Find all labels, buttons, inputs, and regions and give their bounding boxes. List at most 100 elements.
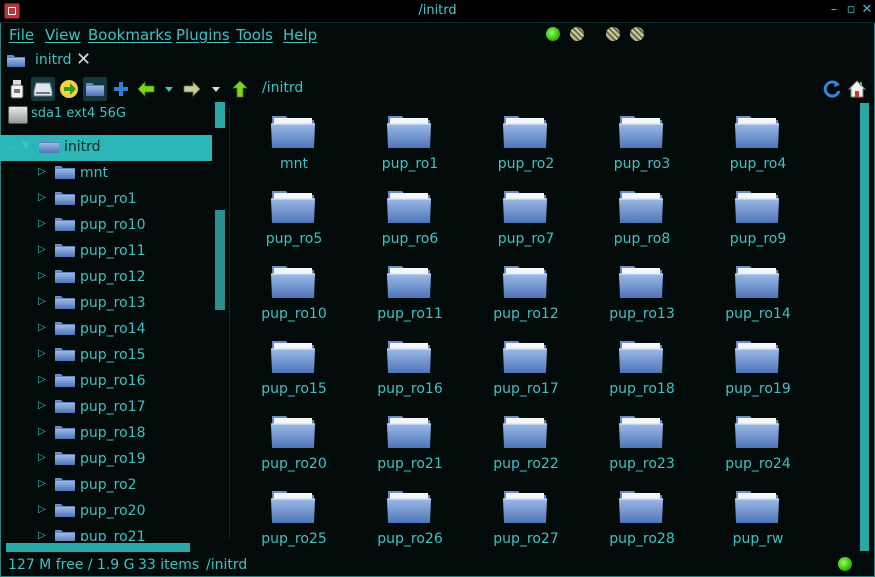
usb-drive-icon[interactable] [5,77,29,101]
tree-item[interactable]: ▷ pup_ro10 [0,213,212,239]
file-item[interactable]: pup_ro27 [468,479,584,554]
file-item[interactable]: pup_ro24 [700,404,816,479]
file-item[interactable]: mnt [236,104,352,179]
directory-tree[interactable]: ▼ initrd ▷ mnt ▷ pup_ro1 ▷ pup_ro10 ▷ pup_ro11 ▷ pu… [0,133,226,541]
file-item[interactable]: pup_ro16 [352,329,468,404]
file-item[interactable]: pup_ro23 [584,404,700,479]
file-item[interactable]: pup_ro18 [584,329,700,404]
tab-close-icon[interactable]: ✕ [76,49,91,70]
tree-item[interactable]: ▷ pup_ro13 [0,291,212,317]
expander-right-icon[interactable]: ▷ [38,244,46,255]
close-button[interactable]: ✕ [859,2,875,18]
tree-item[interactable]: ▷ pup_ro19 [0,447,212,473]
minimize-button[interactable]: – [826,2,842,18]
go-forward-icon[interactable] [57,77,81,101]
expander-right-icon[interactable]: ▷ [38,426,46,437]
file-item[interactable]: pup_ro3 [584,104,700,179]
tree-item[interactable]: ▷ pup_ro1 [0,187,212,213]
file-item[interactable]: pup_ro17 [468,329,584,404]
tree-item[interactable]: ▷ pup_ro2 [0,473,212,499]
file-item-label: pup_ro18 [609,381,675,397]
file-item[interactable]: pup_ro2 [468,104,584,179]
file-item[interactable]: pup_ro7 [468,179,584,254]
file-item[interactable]: pup_ro21 [352,404,468,479]
expander-right-icon[interactable]: ▷ [38,452,46,463]
tree-item[interactable]: ▷ pup_ro12 [0,265,212,291]
file-item[interactable]: pup_rw [700,479,816,554]
folder-icon [502,112,548,154]
tree-item[interactable]: ▷ pup_ro17 [0,395,212,421]
status-led-off-icon [630,27,644,41]
menu-view[interactable]: View [45,26,81,44]
expander-right-icon[interactable]: ▷ [38,504,46,515]
tree-horizontal-scrollbar[interactable] [6,543,190,552]
file-item[interactable]: pup_ro8 [584,179,700,254]
tree-item[interactable]: ▷ mnt [0,161,212,187]
up-icon[interactable] [228,77,252,101]
expander-right-icon[interactable]: ▷ [38,270,46,281]
drive-icon[interactable] [31,77,55,101]
tree-vertical-scrollbar[interactable] [215,210,225,310]
pane-splitter[interactable] [229,108,232,538]
file-item[interactable]: pup_ro19 [700,329,816,404]
file-item[interactable]: pup_ro5 [236,179,352,254]
expander-right-icon[interactable]: ▷ [38,322,46,333]
back-icon[interactable] [134,77,158,101]
tree-item-label: pup_ro10 [80,217,146,233]
file-item[interactable]: pup_ro20 [236,404,352,479]
expander-right-icon[interactable]: ▷ [38,166,46,177]
forward-icon[interactable] [180,77,204,101]
file-item[interactable]: pup_ro6 [352,179,468,254]
refresh-icon[interactable] [820,77,844,101]
file-item[interactable]: pup_ro11 [352,254,468,329]
expander-right-icon[interactable]: ▷ [38,374,46,385]
file-item[interactable]: pup_ro28 [584,479,700,554]
folder-icon [38,138,60,158]
menu-help[interactable]: Help [283,26,317,44]
tree-item[interactable]: ▷ pup_ro18 [0,421,212,447]
file-item[interactable]: pup_ro15 [236,329,352,404]
file-item[interactable]: pup_ro9 [700,179,816,254]
file-item[interactable]: pup_ro14 [700,254,816,329]
expander-right-icon[interactable]: ▷ [38,348,46,359]
expander-down-icon[interactable]: ▼ [22,140,30,151]
file-item-label: pup_ro11 [377,306,443,322]
new-tab-icon[interactable] [109,77,133,101]
path-label[interactable]: /initrd [262,80,303,96]
tree-item[interactable]: ▷ pup_ro20 [0,499,212,525]
expander-right-icon[interactable]: ▷ [38,296,46,307]
file-item[interactable]: pup_ro4 [700,104,816,179]
folder-icon [54,476,76,496]
file-item[interactable]: pup_ro10 [236,254,352,329]
tree-item[interactable]: ▷ pup_ro16 [0,369,212,395]
expander-right-icon[interactable]: ▷ [38,192,46,203]
back-history-icon[interactable] [157,77,181,101]
expander-right-icon[interactable]: ▷ [38,478,46,489]
file-item[interactable]: pup_ro12 [468,254,584,329]
expander-right-icon[interactable]: ▷ [38,400,46,411]
tree-item[interactable]: ▷ pup_ro15 [0,343,212,369]
menu-file[interactable]: File [9,26,34,44]
file-grid[interactable]: mnt pup_ro1 pup_ro2 pup_ro3 pup_ro4 pup_ro5 pu… [236,104,856,558]
file-item[interactable]: pup_ro1 [352,104,468,179]
tree-item[interactable]: ▷ pup_ro14 [0,317,212,343]
file-item[interactable]: pup_ro25 [236,479,352,554]
tree-item[interactable]: ▷ pup_ro21 [0,525,212,541]
tree-item[interactable]: ▷ pup_ro11 [0,239,212,265]
folder-icon [618,187,664,229]
menu-tools[interactable]: Tools [236,26,273,44]
expander-right-icon[interactable]: ▷ [38,530,46,541]
maximize-button[interactable]: ▫ [843,2,859,18]
folder-icon[interactable] [83,77,107,101]
home-icon[interactable] [845,77,869,101]
expander-right-icon[interactable]: ▷ [38,218,46,229]
menu-plugins[interactable]: Plugins [176,26,230,44]
file-item[interactable]: pup_ro22 [468,404,584,479]
file-item[interactable]: pup_ro26 [352,479,468,554]
file-item[interactable]: pup_ro13 [584,254,700,329]
forward-history-icon[interactable] [204,77,228,101]
file-item-label: pup_ro24 [725,456,791,472]
menu-bookmarks[interactable]: Bookmarks [88,26,172,44]
grid-scrollbar[interactable] [860,103,869,551]
tree-item-root[interactable]: ▼ initrd [0,135,212,161]
